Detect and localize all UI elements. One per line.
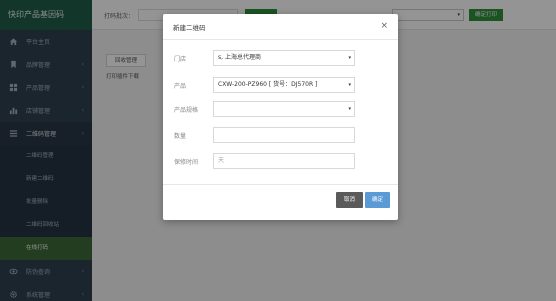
spec-select[interactable]: ▾	[213, 101, 355, 117]
cancel-button[interactable]: 取消	[336, 192, 363, 208]
product-row: 产品 CXW-200-PZ960 [ 货号：DJ570R ] ▾	[163, 77, 398, 93]
chevron-down-icon: ▾	[348, 106, 351, 112]
quantity-row: 数量	[163, 127, 398, 143]
warranty-label: 保修时间	[174, 159, 199, 166]
confirm-button[interactable]: 确定	[365, 192, 390, 208]
store-label: 门店	[174, 56, 187, 63]
warranty-input[interactable]: 天	[213, 153, 355, 169]
warranty-row: 保修时间 天	[163, 153, 398, 169]
spec-label: 产品规格	[174, 107, 199, 114]
new-qrcode-dialog: 新建二维码 × 门店 s, 上海总代理商 ▾ 产品 CXW-200-PZ960 …	[163, 14, 398, 220]
store-select[interactable]: s, 上海总代理商 ▾	[213, 50, 355, 66]
dialog-title: 新建二维码	[173, 23, 206, 32]
close-icon[interactable]: ×	[380, 22, 388, 31]
store-select-value: s, 上海总代理商	[218, 54, 261, 61]
dialog-header: 新建二维码 ×	[163, 14, 398, 40]
quantity-label: 数量	[174, 133, 187, 140]
product-select-value: CXW-200-PZ960 [ 货号：DJ570R ]	[218, 81, 318, 88]
product-label: 产品	[174, 83, 187, 90]
chevron-down-icon: ▾	[348, 55, 351, 61]
dialog-footer: 取消 确定	[163, 184, 398, 220]
product-select[interactable]: CXW-200-PZ960 [ 货号：DJ570R ] ▾	[213, 77, 355, 93]
quantity-input[interactable]	[213, 127, 355, 143]
spec-row: 产品规格 ▾	[163, 101, 398, 117]
chevron-down-icon: ▾	[348, 82, 351, 88]
store-row: 门店 s, 上海总代理商 ▾	[163, 50, 398, 66]
